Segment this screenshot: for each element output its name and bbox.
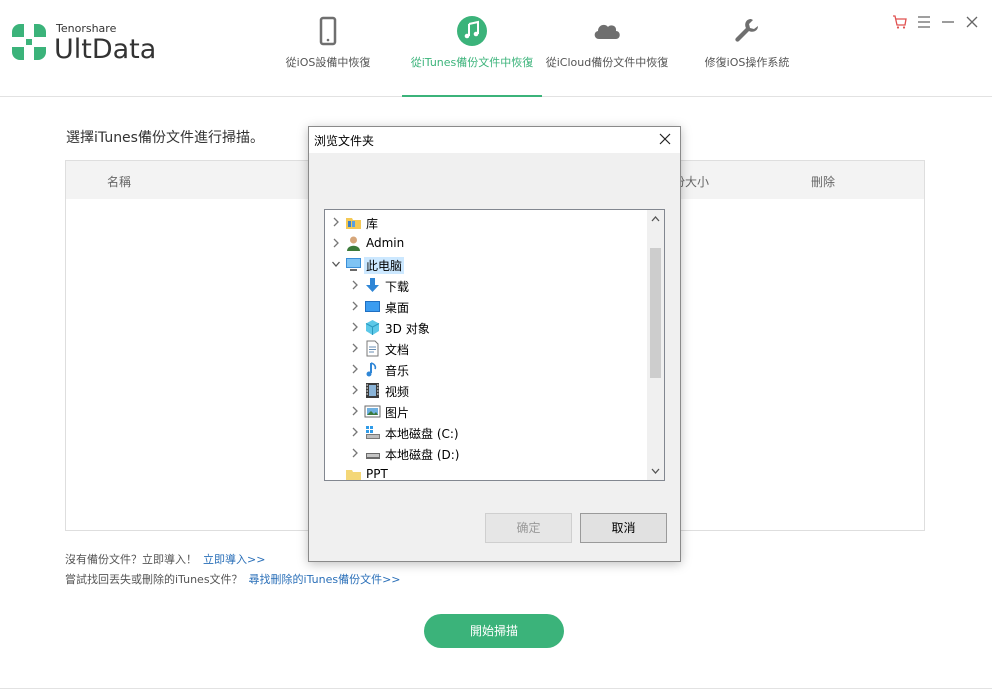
picture-icon — [364, 405, 381, 418]
tab-label: 從iTunes備份文件中恢復 — [410, 56, 534, 69]
start-scan-button[interactable]: 開始掃描 — [424, 614, 564, 648]
tree-item-label: PPT — [366, 467, 388, 481]
tree-item[interactable]: 下载 — [325, 275, 647, 296]
chevron-right-icon[interactable] — [331, 216, 341, 228]
cloud-icon — [594, 24, 620, 39]
menu-icon[interactable] — [916, 14, 932, 30]
folder-tree[interactable]: 库 Admin 此电脑下载桌面 3D 对象文档音乐视频图片本地磁盘 (C:) 本地磁盘 … — [324, 209, 665, 481]
tab-label: 從iOS設備中恢復 — [285, 56, 371, 69]
library-folder-icon — [346, 218, 361, 229]
tree-item-label: 视频 — [385, 385, 410, 399]
3d-objects-icon — [365, 320, 380, 335]
tree-item[interactable]: 库 — [325, 212, 647, 233]
tree-item-label: 桌面 — [385, 301, 410, 315]
tree-item-label: 图片 — [385, 406, 410, 420]
tree-item[interactable]: 此电脑 — [325, 254, 647, 275]
import-now-link[interactable]: 立即導入>> — [203, 553, 265, 566]
chevron-right-icon[interactable] — [350, 342, 360, 354]
chevron-right-icon[interactable] — [331, 237, 341, 249]
windows-drive-icon — [366, 426, 380, 439]
find-deleted-note: 嘗試找回丟失或刪除的iTunes文件？ 尋找刪除的iTunes備份文件>> — [65, 571, 401, 587]
dialog-title: 浏览文件夹 — [314, 134, 375, 148]
chevron-right-icon[interactable] — [350, 405, 360, 417]
tree-item[interactable]: 图片 — [325, 401, 647, 422]
app-header: Tenorshare UltData 從iOS設備中恢復 從iTunes備份文件… — [0, 0, 992, 97]
page-instruction: 選擇iTunes備份文件進行掃描。 — [66, 130, 264, 146]
tree-item-label: 此电脑 — [364, 257, 405, 274]
window-controls — [892, 14, 980, 30]
tab-label: 從iCloud備份文件中恢復 — [545, 56, 669, 69]
chevron-right-icon[interactable] — [350, 447, 360, 459]
tree-item[interactable]: 本地磁盘 (D:) — [325, 443, 647, 464]
music-icon — [366, 362, 377, 377]
tree-item[interactable]: PPT — [325, 464, 647, 481]
column-delete: 刪除 — [811, 175, 836, 189]
tree-item-label: 音乐 — [385, 364, 410, 378]
ultdata-logo-icon — [12, 24, 46, 60]
column-name: 名稱 — [107, 175, 132, 189]
phone-icon — [319, 16, 337, 46]
folder-icon — [346, 470, 361, 480]
tree-item[interactable]: Admin — [325, 233, 647, 254]
tree-item-label: 库 — [366, 217, 379, 231]
find-deleted-note-text: 嘗試找回丟失或刪除的iTunes文件？ — [65, 573, 243, 586]
tree-item-label: Admin — [366, 236, 405, 250]
tree-item[interactable]: 桌面 — [325, 296, 647, 317]
wrench-icon — [735, 19, 758, 42]
ok-button[interactable]: 确定 — [485, 513, 572, 543]
tree-item-label: 3D 对象 — [385, 322, 430, 336]
computer-icon — [346, 258, 361, 271]
tree-item[interactable]: 视频 — [325, 380, 647, 401]
dialog-close-icon[interactable] — [658, 132, 672, 146]
tree-item-label: 本地磁盘 (D:) — [385, 448, 460, 462]
import-note-text: 沒有備份文件？立即導入！ — [65, 553, 197, 566]
download-icon — [366, 278, 379, 292]
chevron-right-icon[interactable] — [350, 300, 360, 312]
tree-item[interactable]: 音乐 — [325, 359, 647, 380]
tree-item-label: 下载 — [385, 280, 410, 294]
tab-label: 修復iOS操作系統 — [704, 56, 790, 69]
chevron-right-icon[interactable] — [350, 426, 360, 438]
music-note-icon — [457, 16, 487, 46]
chevron-right-icon[interactable] — [350, 384, 360, 396]
video-icon — [366, 383, 379, 398]
drive-icon — [366, 453, 380, 459]
import-note: 沒有備份文件？立即導入！ 立即導入>> — [65, 551, 265, 567]
close-icon[interactable] — [964, 14, 980, 30]
tree-item-label: 本地磁盘 (C:) — [385, 427, 459, 441]
scroll-down-icon[interactable] — [650, 466, 661, 476]
cart-icon[interactable] — [892, 14, 908, 30]
user-icon — [347, 236, 360, 251]
active-tab-indicator — [402, 95, 542, 97]
tree-item[interactable]: 文档 — [325, 338, 647, 359]
brand-name: UltData — [54, 34, 157, 65]
minimize-icon[interactable] — [940, 14, 956, 30]
footer-divider — [0, 688, 992, 689]
chevron-down-icon[interactable] — [331, 258, 341, 270]
chevron-right-icon[interactable] — [350, 279, 360, 291]
tree-item-label: 文档 — [385, 343, 410, 357]
tab-icloud-backup[interactable]: 從iCloud備份文件中恢復 — [544, 0, 670, 97]
tree-item[interactable]: 本地磁盘 (C:) — [325, 422, 647, 443]
document-icon — [366, 340, 379, 357]
chevron-right-icon[interactable] — [350, 363, 360, 375]
dialog-titlebar: 浏览文件夹 — [309, 127, 680, 153]
tab-ios-device[interactable]: 從iOS設備中恢復 — [272, 0, 384, 97]
tab-itunes-backup[interactable]: 從iTunes備份文件中恢復 — [402, 0, 542, 97]
scroll-thumb[interactable] — [650, 248, 661, 378]
find-deleted-backup-link[interactable]: 尋找刪除的iTunes備份文件>> — [249, 573, 401, 586]
desktop-icon — [365, 301, 380, 312]
browse-folder-dialog: 浏览文件夹 库 Admin 此电脑下载桌面 3D 对象文档音乐视频图片本地磁盘 (C:… — [308, 126, 681, 562]
chevron-right-icon[interactable] — [350, 321, 360, 333]
cancel-button[interactable]: 取消 — [580, 513, 667, 543]
scroll-up-icon[interactable] — [650, 214, 661, 224]
tree-scrollbar[interactable] — [647, 210, 664, 480]
tab-repair-ios[interactable]: 修復iOS操作系統 — [692, 0, 802, 97]
tree-item[interactable]: 3D 对象 — [325, 317, 647, 338]
